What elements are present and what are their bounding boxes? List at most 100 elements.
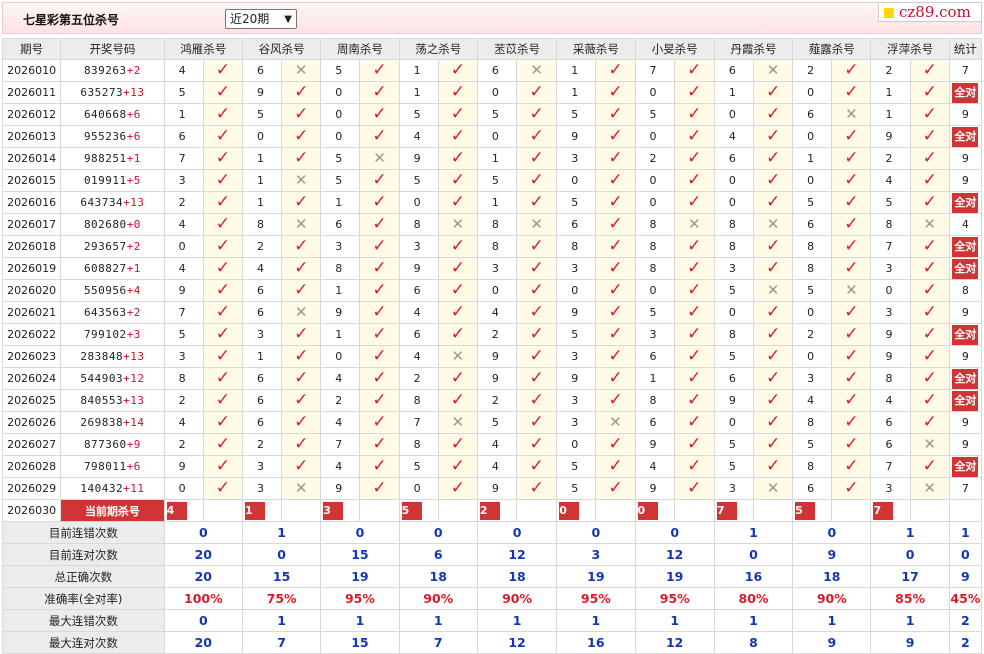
summary-value: 0 <box>792 521 872 544</box>
kill-number-cell: 0 <box>792 301 833 324</box>
check-icon: ✓ <box>372 302 387 322</box>
check-icon: ✓ <box>529 456 544 476</box>
col-header-expert[interactable]: 鸿雁杀号 <box>163 38 243 60</box>
check-icon: ✓ <box>608 214 623 234</box>
result-mark-cell: ✓ <box>202 147 243 170</box>
col-header-expert[interactable]: 采薇杀号 <box>556 38 636 60</box>
empty-cell <box>359 499 400 522</box>
result-mark-cell: ✓ <box>359 81 400 104</box>
summary-value: 75% <box>241 587 322 610</box>
stat-cell: 全对 <box>948 455 983 478</box>
result-mark-cell: ✓ <box>595 367 636 390</box>
result-mark-cell: ✓ <box>202 257 243 280</box>
kill-number-cell: 6 <box>241 301 283 324</box>
sum-value: +2 <box>126 240 141 253</box>
summary-row: 最大连错次数 0 1 1 1 1 1 1 1 1 1 2 <box>2 609 983 632</box>
draw-numbers-cell: 798011+6 <box>60 455 165 478</box>
col-header-expert[interactable]: 薤露杀号 <box>792 38 872 60</box>
kill-number-cell: 0 <box>713 191 755 214</box>
check-icon: ✓ <box>529 104 544 124</box>
stat-cell: 9 <box>948 147 983 170</box>
draw-numbers-cell: 640668+6 <box>60 103 165 126</box>
empty-cell <box>948 499 983 522</box>
result-mark-cell: ✓ <box>359 213 400 236</box>
col-header-expert[interactable]: 周南杀号 <box>320 38 400 60</box>
cross-icon: ✕ <box>294 215 308 233</box>
kill-number-cell: 0 <box>634 169 675 192</box>
result-mark-cell: ✓ <box>516 477 558 500</box>
draw-numbers-cell: 550956+4 <box>60 279 165 302</box>
draw-numbers-cell: 283848+13 <box>60 345 165 368</box>
kill-number-cell: 5 <box>398 455 439 478</box>
result-mark-cell: ✓ <box>359 169 400 192</box>
stat-value: 8 <box>961 284 969 297</box>
kill-number-cell: 6 <box>241 279 283 302</box>
result-mark-cell: ✕ <box>516 59 558 82</box>
col-header-expert[interactable]: 荡之杀号 <box>398 38 478 60</box>
period-select-value: 近20期 <box>230 12 270 26</box>
kill-number-cell: 0 <box>556 169 597 192</box>
check-icon: ✓ <box>450 456 465 476</box>
check-icon: ✓ <box>372 214 387 234</box>
check-icon: ✓ <box>765 192 781 212</box>
sum-value: +6 <box>126 108 141 121</box>
summary-value: 18 <box>476 565 558 588</box>
sum-value: +5 <box>126 174 141 187</box>
result-mark-cell: ✓ <box>752 433 794 456</box>
kill-number-cell: 8 <box>792 411 833 434</box>
kill-number-cell: 5 <box>556 103 597 126</box>
summary-row: 准确率(全对率) 100% 75% 95% 90% 90% 95% 95% 80% 90% 85% 4… <box>2 587 983 610</box>
sum-value: +2 <box>126 64 141 77</box>
check-icon: ✓ <box>844 148 859 168</box>
site-logo[interactable]: cz89.com <box>878 2 982 22</box>
kill-number-cell: 5 <box>398 103 439 126</box>
check-icon: ✓ <box>687 456 702 476</box>
col-header-expert[interactable]: 小旻杀号 <box>634 38 715 60</box>
period-select[interactable]: 近20期 ▼ <box>225 9 297 29</box>
kill-number-cell: 4 <box>476 433 518 456</box>
check-icon: ✓ <box>608 126 623 146</box>
col-header-expert[interactable]: 苤苡杀号 <box>476 38 558 60</box>
cross-icon: ✕ <box>451 215 465 233</box>
check-icon: ✓ <box>687 412 702 432</box>
result-mark-cell: ✓ <box>437 125 478 148</box>
check-icon: ✓ <box>608 192 623 212</box>
kill-number-cell: 5 <box>556 455 597 478</box>
cross-icon: ✕ <box>923 435 936 453</box>
sum-value: +12 <box>123 372 145 385</box>
col-header-expert[interactable]: 丹霞杀号 <box>713 38 794 60</box>
result-mark-cell: ✓ <box>752 301 794 324</box>
result-mark-cell: ✓ <box>437 191 478 214</box>
result-mark-cell: ✓ <box>359 433 400 456</box>
summary-value: 7 <box>398 631 478 654</box>
empty-cell <box>909 499 950 522</box>
summary-value: 1 <box>398 609 478 632</box>
kill-number-cell: 2 <box>792 59 833 82</box>
check-icon: ✓ <box>922 456 937 476</box>
result-mark-cell: ✓ <box>359 191 400 214</box>
summary-value: 15 <box>320 543 400 566</box>
result-mark-cell: ✓ <box>516 411 558 434</box>
col-header-expert[interactable]: 谷风杀号 <box>241 38 322 60</box>
period-cell: 2026029 <box>1 477 62 500</box>
all-correct-badge: 全对 <box>952 82 979 103</box>
summary-value: 15 <box>241 565 322 588</box>
table-row: 2026027 877360+9 2 ✓ 2 ✓ 7 ✓ 8 ✓ 4 ✓ 0 ✓ 9 ✓ 5 ✓ 5 ✓ 6 ✕ 9 <box>1 433 983 456</box>
summary-stat-value: 45% <box>948 587 983 610</box>
kill-number-cell: 7 <box>398 411 439 434</box>
kill-number-cell: 3 <box>556 345 597 368</box>
kill-number-cell: 3 <box>556 411 597 434</box>
check-icon: ✓ <box>372 434 387 454</box>
result-mark-cell: ✓ <box>595 213 636 236</box>
col-header-expert[interactable]: 浮萍杀号 <box>870 38 950 60</box>
summary-label: 准确率(全对率) <box>2 587 165 610</box>
summary-value: 19 <box>634 565 715 588</box>
result-mark-cell: ✕ <box>281 301 322 324</box>
table-row: 2026018 293657+2 0 ✓ 2 ✓ 3 ✓ 3 ✓ 8 ✓ 8 ✓ 8 ✓ 8 ✓ 8 ✓ 7 ✓ 全对 <box>1 235 983 258</box>
kill-number-cell: 4 <box>163 213 204 236</box>
result-mark-cell: ✓ <box>202 59 243 82</box>
kill-number-cell: 4 <box>870 389 911 412</box>
result-mark-cell: ✓ <box>202 81 243 104</box>
result-mark-cell: ✓ <box>909 59 950 82</box>
kill-number-cell: 8 <box>398 433 439 456</box>
